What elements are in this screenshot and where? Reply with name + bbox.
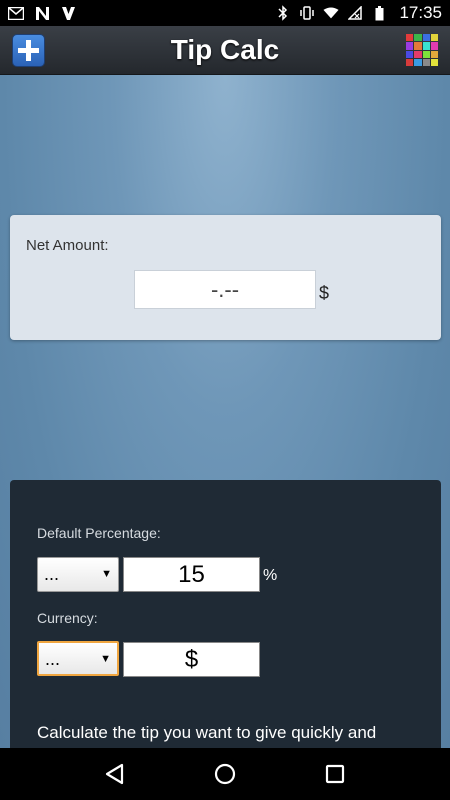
wifi-icon bbox=[323, 5, 340, 21]
color-grid-cell bbox=[414, 34, 422, 42]
percentage-select[interactable]: ... ▼ bbox=[37, 557, 119, 592]
net-amount-input[interactable]: -.-- bbox=[134, 270, 316, 309]
home-icon bbox=[214, 763, 236, 785]
percentage-select-value: ... bbox=[44, 564, 60, 584]
color-grid-cell bbox=[406, 42, 414, 50]
status-time: 17:35 bbox=[399, 3, 442, 22]
currency-select[interactable]: ... ▼ bbox=[37, 641, 119, 676]
color-grid-button[interactable] bbox=[406, 34, 438, 66]
app-bar: Tip Calc bbox=[0, 26, 450, 75]
app-title: Tip Calc bbox=[170, 34, 280, 65]
default-percentage-label: Default Percentage: bbox=[37, 525, 161, 541]
add-icon bbox=[18, 40, 39, 61]
color-grid-cell bbox=[414, 42, 422, 50]
color-grid-cell bbox=[406, 34, 414, 42]
color-grid-cell bbox=[422, 50, 430, 58]
back-button[interactable] bbox=[95, 754, 135, 794]
net-amount-label: Net Amount: bbox=[26, 237, 109, 254]
status-bar: 17:35 bbox=[0, 0, 450, 26]
v-notification-icon bbox=[60, 5, 76, 21]
no-signal-icon bbox=[347, 5, 363, 21]
currency-field[interactable]: $ bbox=[123, 642, 260, 677]
navigation-bar bbox=[0, 748, 450, 800]
color-grid-cell bbox=[430, 58, 438, 66]
color-grid-cell bbox=[430, 50, 438, 58]
notification-icons bbox=[8, 5, 275, 21]
color-grid-cell bbox=[406, 50, 414, 58]
color-grid-cell bbox=[422, 58, 430, 66]
color-grid-cell bbox=[406, 58, 414, 66]
battery-icon bbox=[371, 5, 387, 21]
back-icon bbox=[105, 763, 124, 785]
color-grid-cell bbox=[414, 58, 422, 66]
currency-select-value: ... bbox=[45, 649, 61, 669]
color-grid-cell bbox=[422, 42, 430, 50]
settings-panel: Default Percentage: ... ▼ 15 % Currency:… bbox=[10, 480, 441, 764]
percentage-field[interactable]: 15 bbox=[123, 557, 260, 592]
color-grid-cell bbox=[430, 42, 438, 50]
percent-sign: % bbox=[263, 567, 278, 584]
recents-icon bbox=[325, 764, 345, 784]
color-grid-cell bbox=[414, 50, 422, 58]
color-grid-cell bbox=[422, 34, 430, 42]
dropdown-arrow-icon: ▼ bbox=[101, 568, 112, 580]
home-button[interactable] bbox=[205, 754, 245, 794]
recents-button[interactable] bbox=[315, 754, 355, 794]
net-amount-card: Net Amount: -.-- $ bbox=[10, 215, 441, 340]
add-button[interactable] bbox=[12, 34, 45, 67]
vibrate-icon bbox=[299, 5, 315, 21]
gmail-icon bbox=[8, 5, 24, 21]
bluetooth-icon bbox=[275, 5, 291, 21]
currency-label: Currency: bbox=[37, 610, 98, 626]
system-icons: 17:35 bbox=[275, 3, 442, 23]
net-amount-currency: $ bbox=[319, 283, 330, 303]
color-grid-cell bbox=[430, 34, 438, 42]
dropdown-arrow-icon: ▼ bbox=[100, 653, 111, 665]
n-notification-icon bbox=[34, 5, 50, 21]
